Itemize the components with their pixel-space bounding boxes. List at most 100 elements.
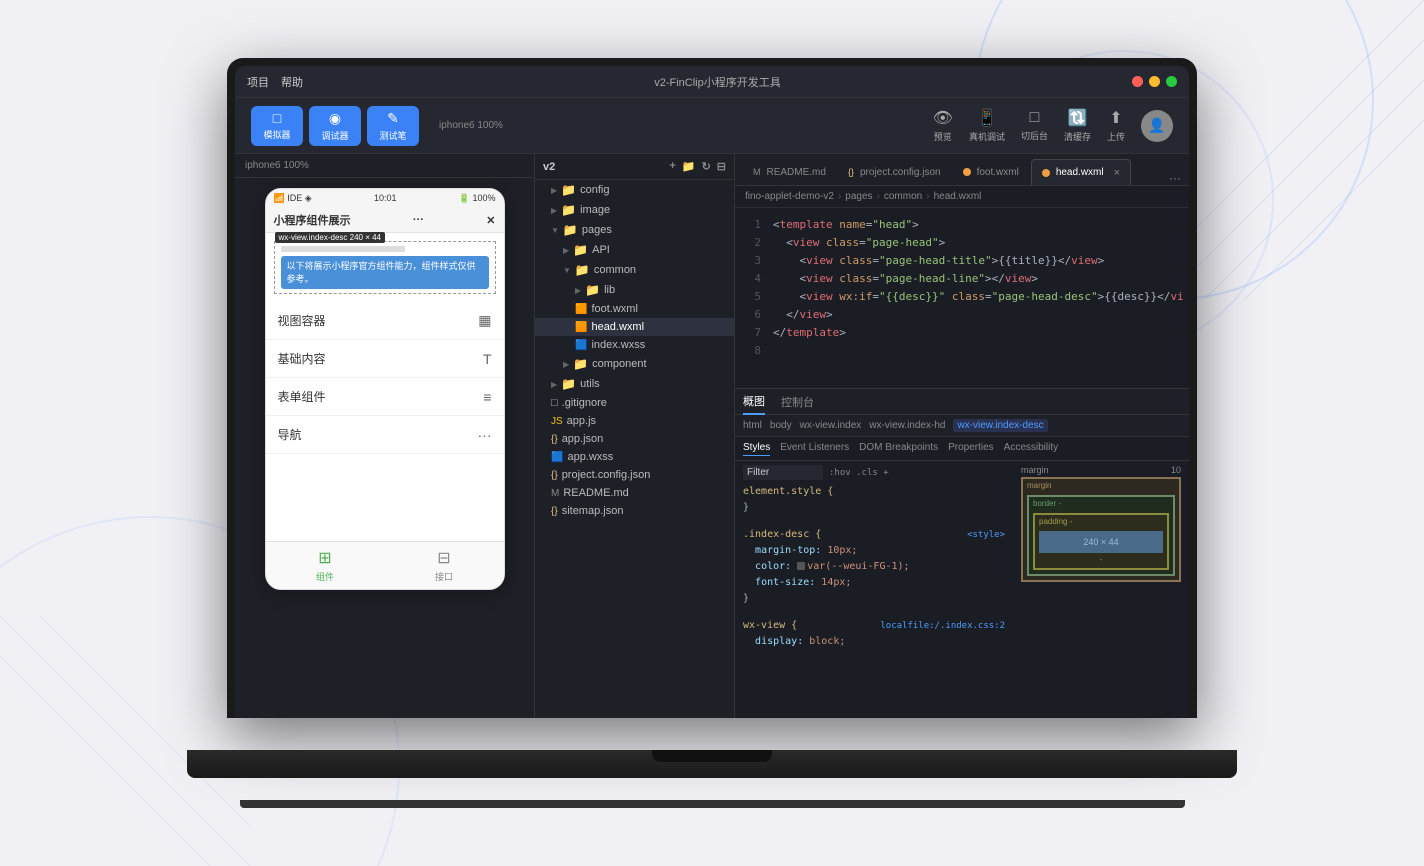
menu-help[interactable]: 帮助 bbox=[281, 74, 303, 90]
styles-tab-event-listeners[interactable]: Event Listeners bbox=[780, 442, 849, 456]
bc-wx-view-index[interactable]: wx-view.index bbox=[800, 420, 862, 431]
tree-item-component[interactable]: ▶ 📁 component bbox=[535, 354, 734, 374]
phone-menu-icon[interactable]: ··· bbox=[413, 214, 424, 226]
tree-item-lib[interactable]: ▶ 📁 lib bbox=[535, 280, 734, 300]
tree-item-common[interactable]: ▼ 📁 common bbox=[535, 260, 734, 280]
tree-item-app-wxss[interactable]: 🟦 app.wxss bbox=[535, 448, 734, 466]
tree-item-gitignore[interactable]: □ .gitignore bbox=[535, 394, 734, 412]
color-prop: color: bbox=[755, 561, 791, 572]
toolbar-buttons: □ 模拟器 ◉ 调试器 ✎ 测试笔 bbox=[251, 106, 419, 146]
styles-tab-accessibility[interactable]: Accessibility bbox=[1004, 442, 1058, 456]
tree-item-config[interactable]: ▶ 📁 config bbox=[535, 180, 734, 200]
background-action[interactable]: □ 切后台 bbox=[1021, 109, 1048, 142]
phone-preview-panel: iphone6 100% 📶 IDE ◈ 10:01 🔋 100% bbox=[235, 154, 535, 718]
bottom-left: html body wx-view.index wx-view.index-hd bbox=[735, 415, 1189, 718]
bc-html[interactable]: html bbox=[743, 420, 762, 431]
clear-cache-action[interactable]: 🔃 清缓存 bbox=[1064, 108, 1091, 143]
styles-filter-input[interactable] bbox=[743, 465, 823, 480]
tree-item-label: .gitignore bbox=[562, 397, 607, 409]
section-nav-label: 导航 bbox=[278, 426, 302, 443]
xml-file-icon: 🟧 bbox=[575, 304, 587, 315]
tab-readme[interactable]: M README.md bbox=[743, 159, 836, 185]
wxss-file-icon: 🟦 bbox=[575, 340, 587, 351]
simulator-button[interactable]: □ 模拟器 bbox=[251, 106, 303, 146]
close-button[interactable] bbox=[1132, 76, 1143, 87]
tree-item-app-json[interactable]: {} app.json bbox=[535, 430, 734, 448]
tree-item-index-wxss[interactable]: 🟦 index.wxss bbox=[535, 336, 734, 354]
styles-tab-styles[interactable]: Styles bbox=[743, 442, 770, 456]
tree-item-label: image bbox=[580, 204, 610, 216]
phone-mockup: 📶 IDE ◈ 10:01 🔋 100% 小程序组件展示 ··· ✕ bbox=[265, 188, 505, 590]
new-folder-icon[interactable]: 📁 bbox=[682, 160, 696, 173]
tree-item-utils[interactable]: ▶ 📁 utils bbox=[535, 374, 734, 394]
tree-item-readme[interactable]: M README.md bbox=[535, 484, 734, 502]
folder-icon: 📁 bbox=[561, 203, 576, 217]
new-file-icon[interactable]: + bbox=[669, 160, 675, 173]
bottom-tabs-bar: 概图 控制台 bbox=[735, 389, 1189, 415]
chevron-icon: ▶ bbox=[551, 206, 557, 215]
tree-item-pages[interactable]: ▼ 📁 pages bbox=[535, 220, 734, 240]
json-file-icon: {} bbox=[551, 506, 558, 517]
color-val: var(--weui-FG-1); bbox=[807, 561, 909, 572]
tab-foot-wxml[interactable]: foot.wxml bbox=[953, 159, 1029, 185]
upload-action[interactable]: ⬆ 上传 bbox=[1107, 108, 1125, 143]
bottom-tab-console[interactable]: 控制台 bbox=[781, 390, 814, 414]
tree-item-app-js[interactable]: JS app.js bbox=[535, 412, 734, 430]
device-header: iphone6 100% bbox=[235, 154, 534, 178]
tab-foot-label: foot.wxml bbox=[977, 167, 1019, 178]
tab-head-wxml[interactable]: head.wxml × bbox=[1031, 159, 1131, 185]
preview-action[interactable]: 👁 预览 bbox=[933, 108, 953, 143]
font-size-val: 14px; bbox=[821, 577, 851, 588]
styles-filter-hints: :hov .cls + bbox=[829, 468, 889, 478]
code-line-7: </template> bbox=[773, 324, 1181, 342]
element-style-close: } bbox=[743, 502, 749, 513]
wx-view-link[interactable]: localfile:/.index.css:2 bbox=[880, 618, 1005, 634]
folder-icon: 📁 bbox=[561, 377, 576, 391]
folder-icon: 📁 bbox=[573, 243, 588, 257]
tree-item-project-config[interactable]: {} project.config.json bbox=[535, 466, 734, 484]
index-desc-selector: .index-desc { bbox=[743, 529, 821, 540]
test-button[interactable]: ✎ 测试笔 bbox=[367, 106, 419, 146]
phone-nav-api[interactable]: ⊟ 接口 bbox=[435, 548, 453, 583]
file-tree-root-label: v2 bbox=[543, 161, 555, 173]
tree-item-api[interactable]: ▶ 📁 API bbox=[535, 240, 734, 260]
phone-nav-components[interactable]: ⊞ 组件 bbox=[316, 548, 334, 583]
screen-inner: 项目 帮助 v2-FinClip小程序开发工具 □ bbox=[235, 66, 1189, 718]
user-avatar[interactable]: 👤 bbox=[1141, 110, 1173, 142]
bc-body[interactable]: body bbox=[770, 420, 792, 431]
menu-project[interactable]: 项目 bbox=[247, 74, 269, 90]
tree-item-image[interactable]: ▶ 📁 image bbox=[535, 200, 734, 220]
code-lines[interactable]: <template name="head"> <view class="page… bbox=[765, 208, 1189, 388]
phone-close-icon[interactable]: ✕ bbox=[486, 214, 495, 227]
styles-tab-dom-breakpoints[interactable]: DOM Breakpoints bbox=[859, 442, 938, 456]
bc-wx-view-index-hd[interactable]: wx-view.index-hd bbox=[869, 420, 945, 431]
styles-panel: Styles Event Listeners DOM Breakpoints P… bbox=[735, 438, 1189, 718]
background-label: 切后台 bbox=[1021, 129, 1048, 142]
more-tabs-button[interactable]: ··· bbox=[1169, 171, 1181, 185]
laptop-foot bbox=[240, 800, 1185, 808]
tree-item-sitemap[interactable]: {} sitemap.json bbox=[535, 502, 734, 520]
minimize-button[interactable] bbox=[1149, 76, 1160, 87]
bottom-tab-overview[interactable]: 概图 bbox=[743, 389, 765, 415]
device-debug-label: 真机调试 bbox=[969, 130, 1005, 143]
styles-tab-properties[interactable]: Properties bbox=[948, 442, 994, 456]
margin-text: margin bbox=[1027, 481, 1051, 490]
bc-wx-view-index-desc[interactable]: wx-view.index-desc bbox=[953, 419, 1047, 432]
maximize-button[interactable] bbox=[1166, 76, 1177, 87]
refresh-icon[interactable]: ↻ bbox=[702, 160, 711, 173]
padding-text: padding - bbox=[1039, 517, 1072, 526]
box-border: border - padding - 240 × 44 bbox=[1027, 495, 1175, 576]
tree-item-head-wxml[interactable]: 🟧 head.wxml bbox=[535, 318, 734, 336]
phone-app-title: 小程序组件展示 bbox=[274, 212, 351, 228]
style-source-link[interactable]: <style> bbox=[967, 527, 1005, 543]
tree-item-foot-wxml[interactable]: 🟧 foot.wxml bbox=[535, 300, 734, 318]
collapse-icon[interactable]: ⊟ bbox=[717, 160, 726, 173]
background-icon: □ bbox=[1030, 109, 1040, 127]
phone-highlight-text: 以下将展示小程序官方组件能力，组件样式仅供参考。 bbox=[281, 256, 489, 289]
device-debug-action[interactable]: 📱 真机调试 bbox=[969, 108, 1005, 143]
phone-line-placeholder bbox=[281, 246, 406, 252]
tab-close-icon[interactable]: × bbox=[1114, 167, 1120, 179]
debugger-button[interactable]: ◉ 调试器 bbox=[309, 106, 361, 146]
tab-project-config[interactable]: {} project.config.json bbox=[838, 159, 951, 185]
box-model: margin 10 margin border - bbox=[1021, 465, 1181, 714]
